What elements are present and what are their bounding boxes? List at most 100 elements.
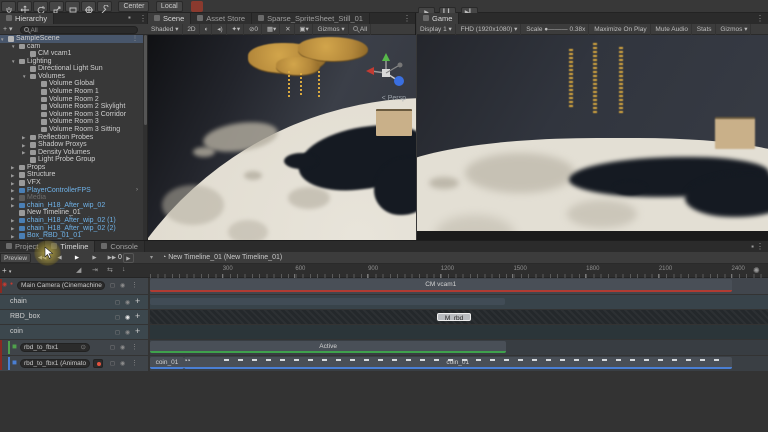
- track-binding-field[interactable]: Main Camera (Cinemachine ⊙: [17, 281, 105, 290]
- track-header-rbd-box[interactable]: RBD_box◻◉+: [0, 310, 148, 324]
- next-frame-button[interactable]: ▶: [88, 253, 101, 263]
- rotate-tool-button[interactable]: [33, 1, 48, 12]
- hierarchy-item-reflection-probes[interactable]: ▶Reflection Probes: [0, 134, 144, 142]
- kebab-menu-icon[interactable]: ⋮: [403, 14, 411, 23]
- stats-toggle[interactable]: Stats: [694, 24, 716, 35]
- hierarchy-item-media[interactable]: ▶Media: [0, 194, 144, 202]
- resolution-dropdown[interactable]: FHD (1920x1080) ▾: [458, 24, 522, 35]
- lighting-toggle-icon[interactable]: ◐: [201, 24, 212, 35]
- kebab-menu-icon[interactable]: ⋮: [756, 242, 764, 251]
- tab-sparse-spritesheet-still-01[interactable]: Sparse_SpriteSheet_Still_01: [252, 13, 370, 24]
- timeline-ruler[interactable]: + ▾ ◢ ⇥ ⇆ ↓ 3006009001200150018002100240…: [0, 264, 768, 278]
- track-binding-field[interactable]: rbd_to_fbx1 (Animato ⊙: [20, 359, 90, 368]
- clip-m-rbd[interactable]: M_rbd: [437, 313, 471, 321]
- track-lock-icon[interactable]: ◻: [115, 314, 120, 321]
- track-lock-icon[interactable]: ◻: [115, 299, 120, 306]
- scene-viewport[interactable]: < Persp: [148, 35, 416, 240]
- shading-mode-dropdown[interactable]: Shaded ▾: [148, 24, 183, 35]
- gizmos-dropdown[interactable]: Gizmos ▾: [315, 24, 349, 35]
- track-mute-eye-icon[interactable]: ◉: [125, 329, 130, 336]
- custom-red-tool-button[interactable]: [191, 1, 203, 12]
- hierarchy-item-volume-room-2[interactable]: Volume Room 2: [0, 96, 144, 104]
- custom-tool-button[interactable]: [97, 1, 112, 12]
- timeline-play-button[interactable]: ▶: [70, 253, 83, 263]
- record-button[interactable]: [93, 359, 103, 368]
- track-lane-rbd-to-fbx1-animato[interactable]: coin_01coin_01‣‣: [150, 356, 768, 371]
- visibility-toggle-icon[interactable]: ⊘0: [246, 24, 262, 35]
- clip-coin-01[interactable]: coin_01‣‣: [184, 357, 732, 369]
- timeline-asset-breadcrumb[interactable]: ◔ New Timeline_01 (New Timeline_01): [162, 254, 282, 261]
- hierarchy-item-volume-room-3[interactable]: Volume Room 3: [0, 118, 144, 126]
- curves-view-icon[interactable]: ◢: [76, 266, 81, 274]
- pan-tool-button[interactable]: [1, 1, 16, 12]
- track-kebab-icon[interactable]: ⋮: [131, 281, 138, 289]
- track-header-coin[interactable]: coin◻◉+: [0, 325, 148, 339]
- hierarchy-item-vfx[interactable]: ▶VFX: [0, 179, 144, 187]
- tab-hierarchy[interactable]: Hierarchy: [0, 13, 54, 24]
- track-mute-eye-icon[interactable]: ◉: [125, 314, 130, 321]
- add-track-button[interactable]: + ▾: [2, 266, 11, 275]
- hierarchy-item-shadow-proxys[interactable]: ▶Shadow Proxys: [0, 141, 144, 149]
- 2d-toggle[interactable]: 2D: [184, 24, 199, 35]
- track-lane-coin[interactable]: [150, 325, 768, 339]
- track-lane-chain[interactable]: [150, 295, 768, 309]
- kebab-menu-icon[interactable]: ⋮: [139, 14, 147, 23]
- clip-coin-01[interactable]: coin_01: [150, 357, 184, 369]
- track-header-rbd-to-fbx1-animato[interactable]: ◼rbd_to_fbx1 (Animato ⊙◻◉⋮: [0, 356, 148, 371]
- hierarchy-item-chain-h18-after-wip-02-1-[interactable]: ▶chain_H18_After_wip_02 (1): [0, 217, 144, 225]
- track-lock-icon[interactable]: ◻: [110, 282, 115, 289]
- hierarchy-item-chain-h18-after-wip-02[interactable]: ▶chain_H18_After_wip_02: [0, 202, 144, 210]
- persp-label[interactable]: < Persp: [382, 95, 406, 102]
- clip-cm-vcam1[interactable]: CM vcam1: [150, 279, 732, 292]
- preview-toggle[interactable]: Preview: [0, 253, 31, 263]
- effects-dropdown-icon[interactable]: ✦▾: [228, 24, 244, 35]
- goto-end-button[interactable]: ▶▶: [105, 253, 118, 263]
- move-tool-button[interactable]: [17, 1, 32, 12]
- track-mute-eye-icon[interactable]: ◉: [120, 360, 125, 367]
- object-picker-icon[interactable]: ⊙: [81, 344, 86, 352]
- hierarchy-scrollbar-thumb[interactable]: [144, 35, 147, 125]
- hierarchy-item-density-volumes[interactable]: ▶Density Volumes: [0, 149, 144, 157]
- current-frame-field[interactable]: 0: [118, 254, 122, 261]
- track-mute-eye-icon[interactable]: ◉: [120, 282, 125, 289]
- tab-console[interactable]: Console: [95, 241, 145, 252]
- kebab-menu-icon[interactable]: ⋮: [756, 14, 764, 23]
- group-add-button[interactable]: +: [135, 311, 140, 321]
- add-gameobject-button[interactable]: + ▾: [3, 25, 13, 33]
- hierarchy-item-volume-room-3-sitting[interactable]: Volume Room 3 Sitting: [0, 126, 144, 134]
- lock-icon[interactable]: ▪: [128, 13, 131, 22]
- tab-scene[interactable]: Scene: [148, 13, 191, 24]
- group-add-button[interactable]: +: [135, 326, 140, 336]
- hierarchy-item-volume-room-2-skylight[interactable]: Volume Room 2 Skylight: [0, 103, 144, 111]
- clip-active[interactable]: Active: [150, 341, 506, 353]
- hierarchy-search-input[interactable]: All: [20, 26, 138, 34]
- track-binding-field[interactable]: rbd_to_fbx1 ⊙: [20, 343, 90, 352]
- audio-toggle-icon[interactable]: ◂): [214, 24, 226, 35]
- rect-tool-button[interactable]: [65, 1, 80, 12]
- hierarchy-item-lighting[interactable]: ▼Lighting: [0, 58, 144, 66]
- edit-mode-replace-icon[interactable]: ↓: [122, 266, 126, 273]
- hierarchy-item-props[interactable]: ▶Props: [0, 164, 144, 172]
- grid-dropdown-icon[interactable]: ▦▾: [264, 24, 280, 35]
- display-dropdown[interactable]: Display 1 ▾: [417, 24, 456, 35]
- game-gizmos-dropdown[interactable]: Gizmos ▾: [717, 24, 751, 35]
- isolation-icon[interactable]: ✕: [282, 24, 294, 35]
- orientation-local-button[interactable]: Local: [156, 1, 183, 12]
- hierarchy-item-box-rbd-01-01[interactable]: ▶Box_RBD_01_01: [0, 232, 144, 240]
- play-range-toggle[interactable]: ▶: [123, 253, 134, 263]
- timeline-settings-gear-icon[interactable]: ✺: [753, 266, 760, 275]
- track-mute-eye-icon[interactable]: ◉: [120, 344, 125, 351]
- track-header-rbd-to-fbx1[interactable]: ◼rbd_to_fbx1 ⊙◻◉⋮: [0, 340, 148, 355]
- hierarchy-item-samplescene[interactable]: ▼SampleScene⋮: [0, 35, 144, 43]
- group-add-button[interactable]: +: [135, 296, 140, 306]
- hierarchy-item-directional-light-sun[interactable]: Directional Light Sun: [0, 65, 144, 73]
- hierarchy-item-cm-vcam1[interactable]: CM vcam1: [0, 50, 144, 58]
- foldout-closed-icon[interactable]: ▶: [11, 233, 14, 240]
- hierarchy-item-cam[interactable]: ▼cam: [0, 43, 144, 51]
- frame-dropdown-icon[interactable]: ▾: [150, 254, 153, 261]
- track-mute-eye-icon[interactable]: ◉: [125, 299, 130, 306]
- track-kebab-icon[interactable]: ⋮: [131, 343, 138, 351]
- camera-dropdown-icon[interactable]: ▣▾: [296, 24, 312, 35]
- game-viewport[interactable]: [417, 35, 768, 231]
- hierarchy-item-volume-global[interactable]: Volume Global: [0, 80, 144, 88]
